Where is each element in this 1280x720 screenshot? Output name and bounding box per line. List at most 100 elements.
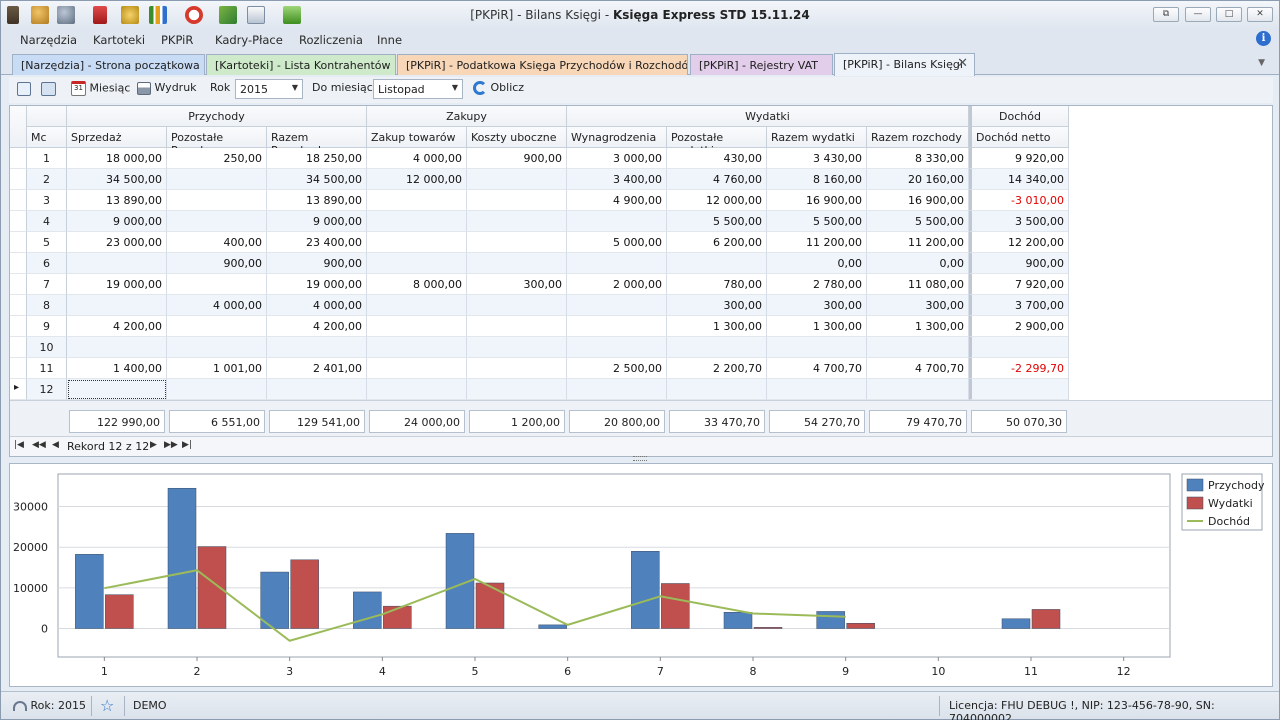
table-cell[interactable] [969,337,1069,358]
row-indicator[interactable] [10,148,27,169]
table-cell[interactable]: 250,00 [167,148,267,169]
column-header[interactable]: Wynagrodzenia [567,127,667,148]
tab-bilans-ksiegi[interactable]: [PKPiR] - Bilans Księgi ✕ [834,53,975,76]
next-record-icon[interactable]: ▶ [150,440,157,450]
table-cell[interactable] [367,232,467,253]
minimize-button[interactable]: — [1185,7,1211,22]
table-cell[interactable] [467,169,567,190]
table-cell[interactable] [667,253,767,274]
row-indicator[interactable] [10,190,27,211]
table-cell[interactable] [667,337,767,358]
tab-dropdown-icon[interactable]: ▼ [1258,58,1265,68]
table-cell[interactable]: 14 340,00 [969,169,1069,190]
row-indicator[interactable] [10,295,27,316]
table-cell[interactable]: 1 001,00 [167,358,267,379]
rok-select[interactable]: 2015 ▼ [235,79,303,99]
table-cell[interactable] [467,337,567,358]
column-header[interactable]: Razem wydatki [767,127,867,148]
table-cell[interactable] [367,316,467,337]
column-header[interactable]: Dochód netto [969,127,1069,148]
table-cell[interactable]: 6 200,00 [667,232,767,253]
table-cell[interactable]: 900,00 [467,148,567,169]
table-cell[interactable]: 5 000,00 [567,232,667,253]
wydruk-button[interactable]: Wydruk [137,81,197,95]
table-cell[interactable] [367,190,467,211]
table-cell[interactable]: 34 500,00 [67,169,167,190]
table-cell[interactable]: 16 900,00 [867,190,969,211]
table-cell[interactable]: 3 700,00 [969,295,1069,316]
menu-pkpir[interactable]: PKPiR [161,33,193,47]
table-cell[interactable]: 18 250,00 [267,148,367,169]
copy-button[interactable] [41,82,56,96]
tab-rejestry-vat[interactable]: [PKPiR] - Rejestry VAT [690,54,833,75]
table-cell[interactable] [567,295,667,316]
table-cell[interactable]: 4 700,70 [867,358,969,379]
table-cell[interactable]: 5 500,00 [767,211,867,232]
table-cell[interactable] [167,274,267,295]
table-cell[interactable]: 900,00 [167,253,267,274]
table-cell[interactable] [267,379,367,400]
row-indicator[interactable] [10,358,27,379]
table-cell[interactable]: 23 000,00 [67,232,167,253]
table-cell[interactable]: 9 000,00 [67,211,167,232]
table-cell[interactable] [867,379,969,400]
row-indicator[interactable] [10,337,27,358]
menu-narzedzia[interactable]: Narzędzia [20,33,77,47]
table-cell[interactable] [467,316,567,337]
table-cell[interactable]: 300,00 [467,274,567,295]
table-cell[interactable]: 4 700,70 [767,358,867,379]
table-cell[interactable] [767,379,867,400]
table-cell[interactable]: 12 000,00 [667,190,767,211]
table-cell[interactable]: 3 500,00 [969,211,1069,232]
table-cell[interactable] [467,232,567,253]
table-cell[interactable]: 0,00 [767,253,867,274]
table-cell[interactable]: 430,00 [667,148,767,169]
column-header[interactable]: Pozostałe Przych. [167,127,267,157]
do-miesiaca-select[interactable]: Listopad ▼ [373,79,463,99]
row-indicator[interactable] [10,274,27,295]
restore-layout-button[interactable]: ⧉ [1153,7,1179,22]
table-cell[interactable]: 13 890,00 [267,190,367,211]
table-cell[interactable]: 0,00 [867,253,969,274]
table-cell[interactable]: 34 500,00 [267,169,367,190]
table-cell[interactable]: 4 900,00 [567,190,667,211]
table-cell[interactable]: 9 000,00 [267,211,367,232]
table-cell[interactable]: 19 000,00 [67,274,167,295]
row-indicator[interactable] [10,232,27,253]
table-cell[interactable]: 18 000,00 [67,148,167,169]
table-cell[interactable] [667,379,767,400]
table-cell[interactable]: 12 200,00 [969,232,1069,253]
next-page-icon[interactable]: ▶▶ [164,440,178,450]
column-header-mc[interactable]: Mc [27,127,67,148]
table-cell[interactable]: 12 000,00 [367,169,467,190]
table-cell[interactable]: 11 080,00 [867,274,969,295]
row-indicator[interactable]: ▸ [10,379,27,400]
prev-page-icon[interactable]: ◀◀ [32,440,46,450]
column-header[interactable]: Razem Przychody [267,127,367,157]
table-cell[interactable]: 23 400,00 [267,232,367,253]
table-cell[interactable]: 16 900,00 [767,190,867,211]
table-cell[interactable]: 780,00 [667,274,767,295]
table-cell[interactable] [167,169,267,190]
table-cell[interactable]: 400,00 [167,232,267,253]
tab-podatkowa-ksiega[interactable]: [PKPiR] - Podatkowa Księga Przychodów i … [397,54,688,75]
table-cell[interactable] [467,253,567,274]
table-cell[interactable] [67,295,167,316]
table-cell[interactable] [167,379,267,400]
table-cell[interactable] [767,337,867,358]
splitter-grip[interactable] [633,456,647,461]
table-cell[interactable] [367,295,467,316]
table-cell[interactable]: 2 780,00 [767,274,867,295]
table-cell[interactable] [167,337,267,358]
miesiac-button[interactable]: 31 Miesiąc [71,81,130,96]
table-cell[interactable]: 8 000,00 [367,274,467,295]
table-cell[interactable] [867,337,969,358]
table-cell[interactable] [467,295,567,316]
table-cell[interactable]: 4 200,00 [267,316,367,337]
table-cell[interactable]: 2 401,00 [267,358,367,379]
menu-kartoteki[interactable]: Kartoteki [93,33,145,47]
menu-kadry-place[interactable]: Kadry-Płace [215,33,283,47]
table-cell[interactable]: 900,00 [969,253,1069,274]
row-indicator[interactable] [10,211,27,232]
table-cell[interactable] [67,379,167,400]
